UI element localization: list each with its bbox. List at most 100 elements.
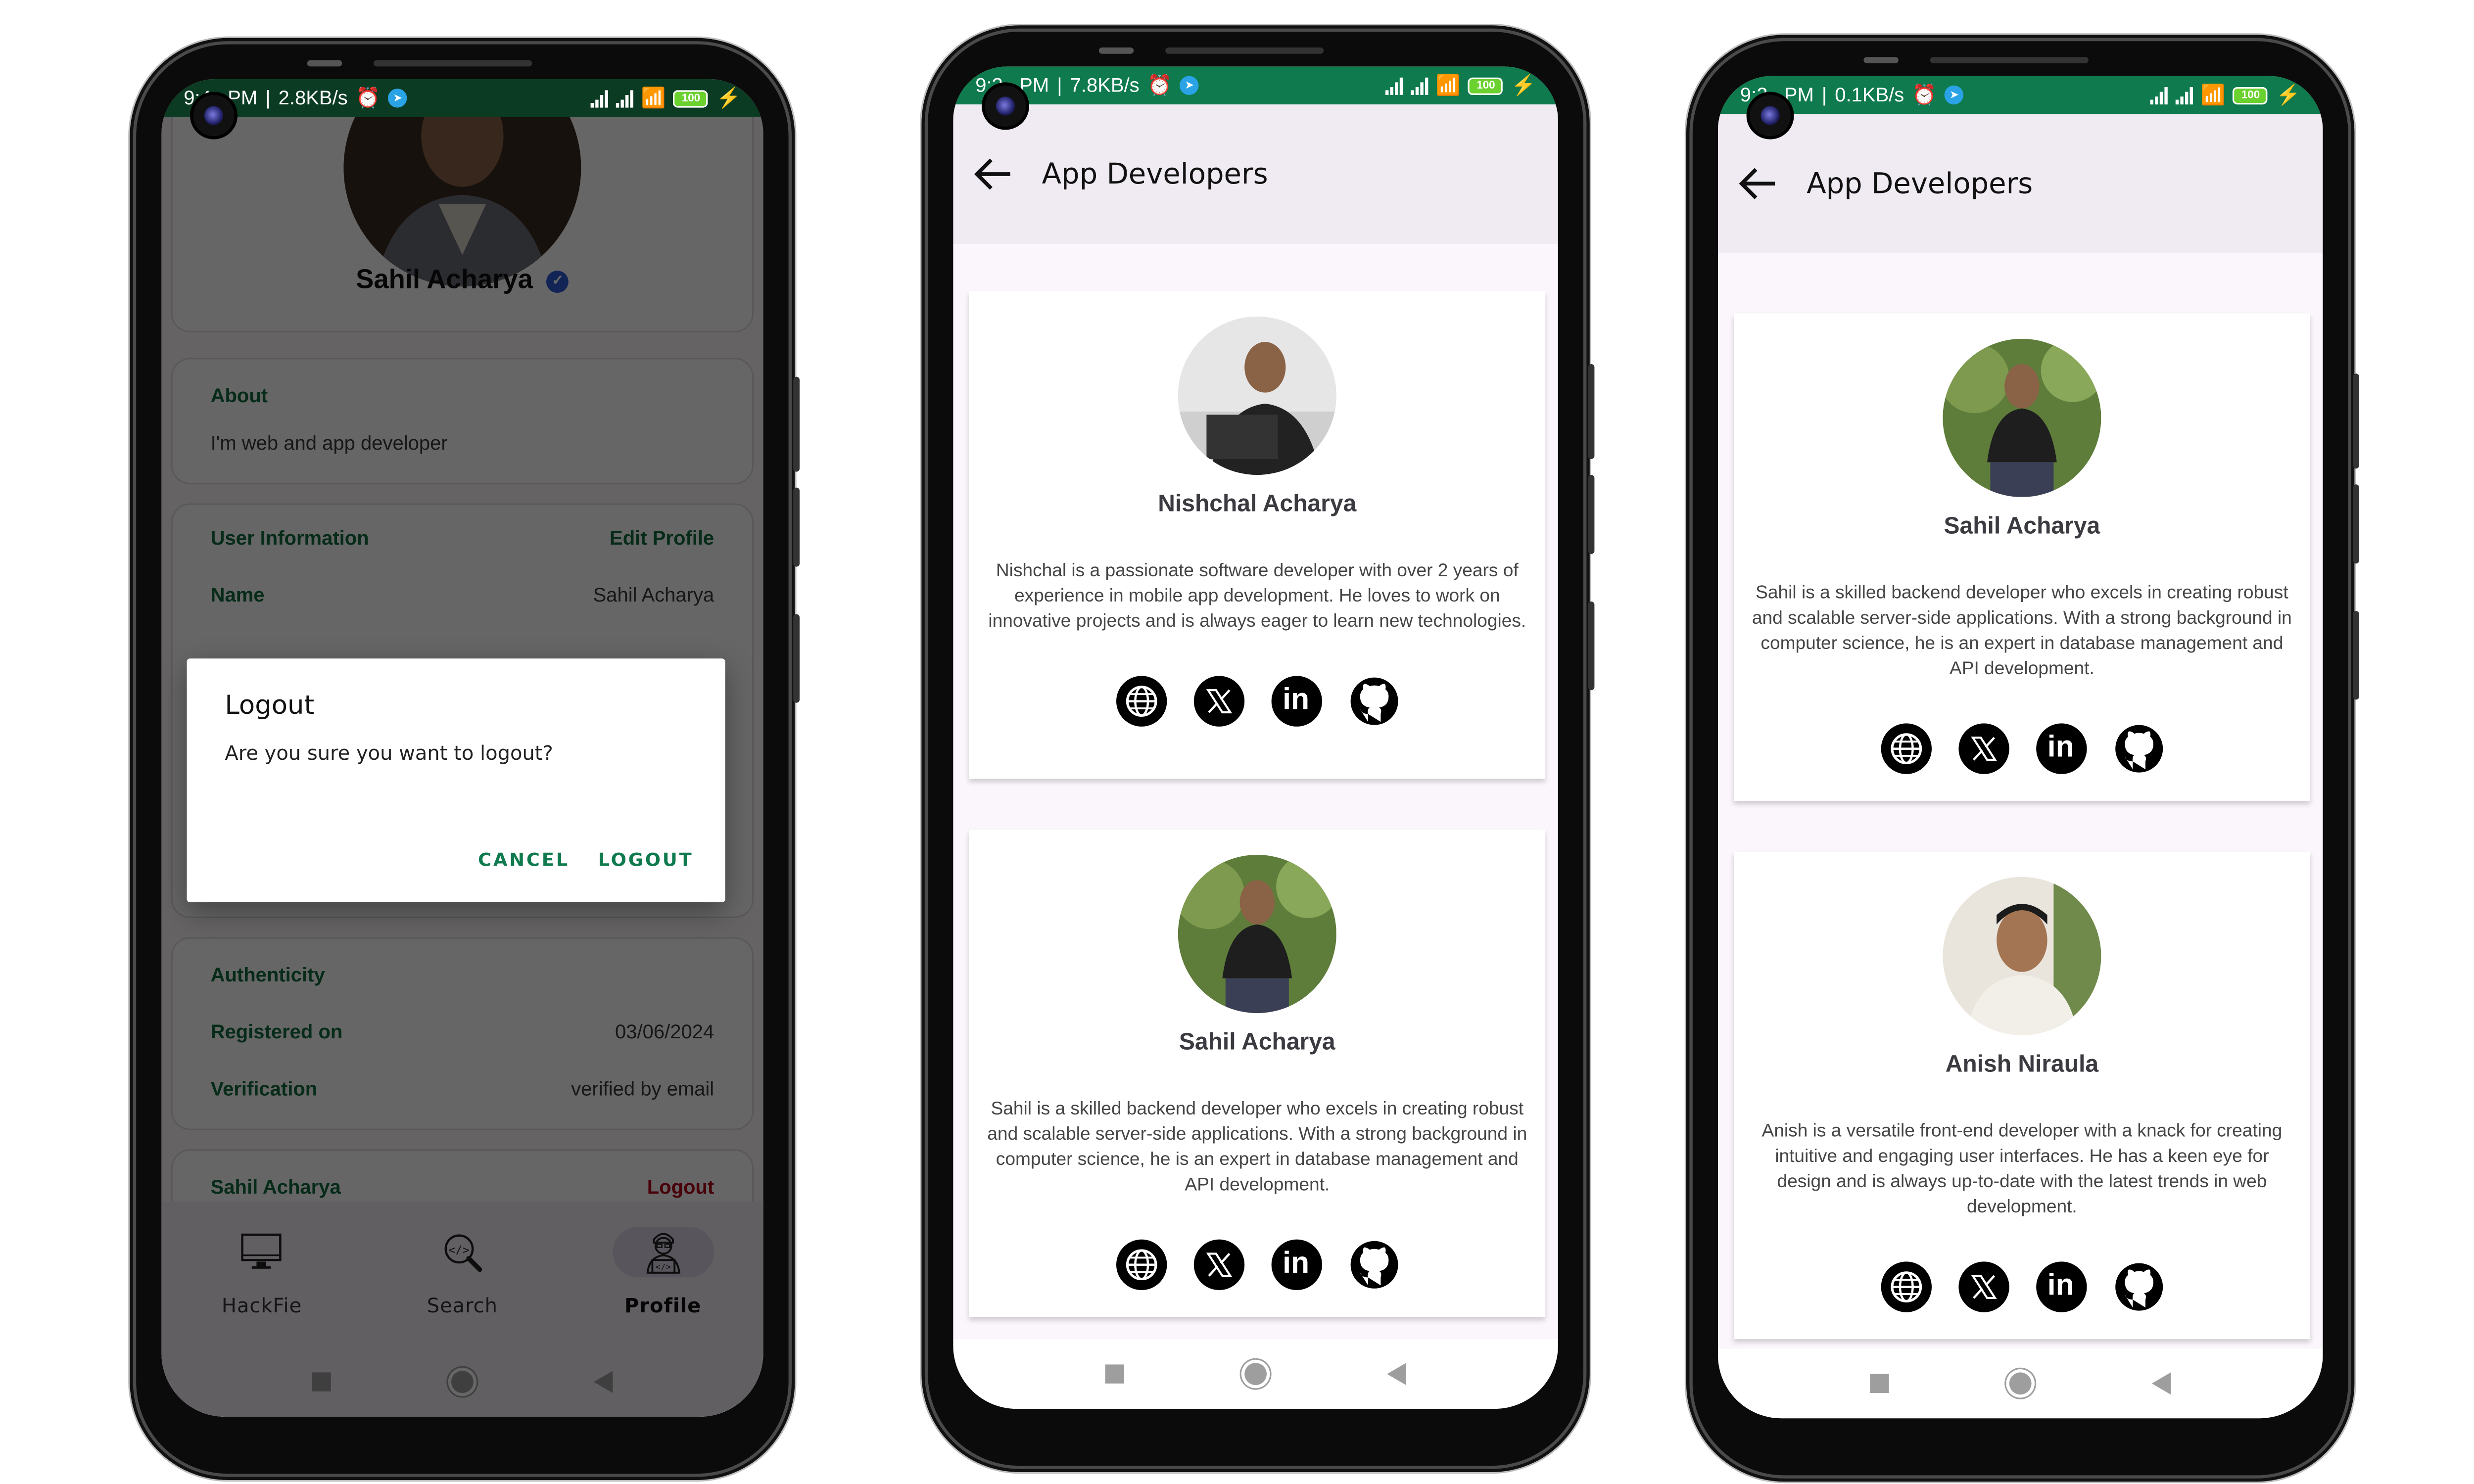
status-bar: 9:2_ PM | 0.1KB/s ⏰ ➤ 📶 100 ⚡ — [1718, 76, 2323, 114]
power-button — [793, 614, 800, 703]
developer-card: Anish Niraula Anish is a versatile front… — [1734, 851, 2310, 1340]
page-title: App Developers — [1807, 167, 2033, 200]
signal-icon — [1385, 77, 1403, 94]
status-bar: 9:4_ PM | 2.8KB/s ⏰ ➤ 📶 100 ⚡ — [161, 79, 763, 117]
home-button[interactable] — [2009, 1372, 2032, 1395]
screen: 9:2_ PM | 0.1KB/s ⏰ ➤ 📶 100 ⚡ App Develo… — [1718, 76, 2323, 1419]
x-twitter-icon[interactable] — [1957, 1261, 2009, 1312]
social-links: in — [969, 1239, 1545, 1290]
globe-icon[interactable] — [1115, 1239, 1166, 1290]
globe-icon[interactable] — [1880, 723, 1931, 774]
logout-dialog: Logout Are you sure you want to logout? … — [187, 658, 725, 902]
linkedin-icon[interactable]: in — [2035, 723, 2086, 774]
power-button — [1588, 602, 1595, 691]
status-divider: | — [1057, 74, 1062, 97]
x-twitter-icon[interactable] — [1193, 1239, 1244, 1290]
app-bar: App Developers — [1718, 114, 2323, 253]
volume-button — [793, 376, 800, 472]
wifi-icon: 📶 — [641, 86, 666, 109]
sensor — [307, 60, 342, 67]
home-button[interactable] — [1244, 1363, 1267, 1385]
phone-developers-2: 9:2_ PM | 0.1KB/s ⏰ ➤ 📶 100 ⚡ App Develo… — [1692, 41, 2359, 1476]
front-camera — [985, 85, 1026, 127]
status-bar: 9:2_ PM | 7.8KB/s ⏰ ➤ 📶 100 ⚡ — [953, 66, 1558, 105]
wifi-icon: 📶 — [1435, 73, 1461, 96]
developer-photo — [1943, 877, 2101, 1035]
signal-icon — [616, 89, 633, 107]
telegram-icon: ➤ — [1945, 85, 1964, 105]
linkedin-icon[interactable]: in — [1271, 676, 1322, 727]
volume-button — [2353, 373, 2359, 469]
charging-icon: ⚡ — [716, 86, 741, 109]
cancel-button[interactable]: CANCEL — [478, 848, 570, 871]
developer-photo — [1178, 855, 1336, 1013]
status-divider: | — [1821, 84, 1827, 106]
signal-icon — [590, 89, 608, 107]
recents-button[interactable] — [1870, 1374, 1889, 1393]
github-icon[interactable] — [2113, 1261, 2164, 1312]
back-button[interactable] — [2151, 1372, 2171, 1395]
developer-card: Sahil Acharya Sahil is a skilled backend… — [1734, 313, 2310, 801]
signal-icon — [1410, 77, 1428, 94]
front-camera — [193, 95, 235, 137]
battery-icon: 100 — [1468, 77, 1504, 94]
earpiece — [1165, 47, 1324, 54]
developer-name: Nishchal Acharya — [1158, 491, 1357, 518]
telegram-icon: ➤ — [1180, 76, 1199, 95]
alarm-icon: ⏰ — [1147, 73, 1172, 96]
developer-name: Sahil Acharya — [1944, 512, 2100, 540]
developer-name: Anish Niraula — [1945, 1051, 2099, 1078]
status-network-speed: 0.1KB/s — [1835, 84, 1904, 106]
x-twitter-icon[interactable] — [1957, 723, 2009, 774]
developer-bio: Nishchal is a passionate software develo… — [988, 560, 1526, 632]
globe-icon[interactable] — [1115, 676, 1166, 727]
social-links: in — [969, 676, 1545, 727]
recents-button[interactable] — [1105, 1364, 1124, 1384]
back-button[interactable] — [1387, 1363, 1406, 1385]
volume-button — [1588, 475, 1595, 554]
earpiece — [374, 60, 532, 67]
charging-icon: ⚡ — [2276, 83, 2301, 105]
developer-list: Sahil Acharya Sahil is a skilled backend… — [1718, 253, 2323, 1349]
page-title: App Developers — [1042, 157, 1268, 191]
globe-icon[interactable] — [1880, 1261, 1931, 1312]
charging-icon: ⚡ — [1511, 73, 1536, 96]
alarm-icon: ⏰ — [1912, 83, 1937, 105]
developer-name: Sahil Acharya — [1179, 1029, 1335, 1056]
earpiece — [1930, 57, 2089, 63]
developer-photo — [1943, 338, 2101, 497]
github-icon[interactable] — [1348, 676, 1399, 727]
social-links: in — [1734, 723, 2310, 774]
screen: 9:2_ PM | 7.8KB/s ⏰ ➤ 📶 100 ⚡ App Develo… — [953, 66, 1558, 1409]
back-arrow-icon[interactable] — [1737, 163, 1778, 204]
mockup-stage: Sahil Acharya ✓ About I'm web and app de… — [0, 0, 2473, 1483]
sensor — [1098, 47, 1134, 54]
x-twitter-icon[interactable] — [1193, 676, 1244, 727]
alarm-icon: ⏰ — [355, 86, 381, 109]
developer-photo — [1178, 317, 1336, 475]
dialog-title: Logout — [225, 690, 315, 720]
signal-icon — [2150, 86, 2168, 104]
confirm-logout-button[interactable]: LOGOUT — [598, 848, 694, 871]
github-icon[interactable] — [2113, 723, 2164, 774]
github-icon[interactable] — [1348, 1239, 1399, 1290]
phone-developers-1: 9:2_ PM | 7.8KB/s ⏰ ➤ 📶 100 ⚡ App Develo… — [928, 32, 1595, 1466]
system-navigation-bar — [1718, 1348, 2323, 1419]
dialog-message: Are you sure you want to logout? — [225, 741, 553, 765]
linkedin-icon[interactable]: in — [2035, 1261, 2086, 1312]
volume-button — [2353, 484, 2359, 564]
power-button — [2353, 611, 2359, 700]
app-bar: App Developers — [953, 104, 1558, 244]
back-arrow-icon[interactable] — [972, 153, 1013, 194]
developer-bio: Sahil is a skilled backend developer who… — [987, 1098, 1527, 1195]
linkedin-icon[interactable]: in — [1271, 1239, 1322, 1290]
developer-list: Nishchal Acharya Nishchal is a passionat… — [953, 243, 1558, 1340]
wifi-icon: 📶 — [2200, 83, 2226, 105]
signal-icon — [2175, 86, 2193, 104]
status-network-speed: 2.8KB/s — [278, 87, 348, 109]
developer-card: Sahil Acharya Sahil is a skilled backend… — [969, 829, 1546, 1317]
volume-button — [1588, 364, 1595, 459]
sensor — [1863, 57, 1899, 63]
status-divider: | — [265, 87, 271, 109]
developer-bio: Sahil is a skilled backend developer who… — [1752, 582, 2292, 679]
